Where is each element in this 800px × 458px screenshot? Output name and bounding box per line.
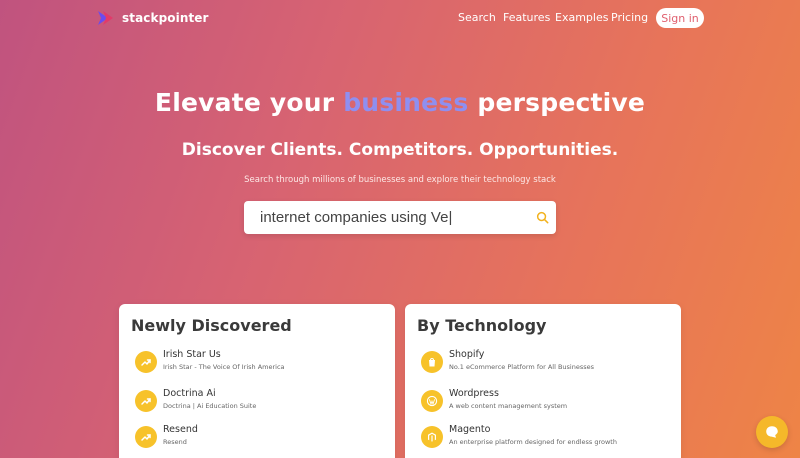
hero-title: Elevate your business perspective [0, 88, 800, 117]
item-name: Resend [163, 424, 198, 435]
nav-link-pricing[interactable]: Pricing [611, 11, 648, 24]
magento-icon [421, 426, 443, 448]
search-icon[interactable] [536, 211, 549, 224]
sign-in-button[interactable]: Sign in [656, 8, 704, 28]
chat-bubble-icon [766, 426, 778, 438]
top-nav: stackpointer Search Features Examples Pr… [0, 0, 800, 36]
search-box[interactable] [244, 201, 556, 234]
list-item[interactable]: Shopify No.1 eCommerce Platform for All … [421, 349, 671, 379]
newly-discovered-card: Newly Discovered Irish Star Us Irish Sta… [119, 304, 395, 458]
nav-link-search[interactable]: Search [458, 11, 496, 24]
item-description: Irish Star - The Voice Of Irish America [163, 363, 285, 371]
list-item[interactable]: Doctrina Ai Doctrina | Ai Education Suit… [135, 388, 385, 418]
item-name: Shopify [449, 349, 485, 360]
item-name: Doctrina Ai [163, 388, 216, 399]
item-description: A web content management system [449, 402, 568, 410]
trend-icon [135, 351, 157, 373]
wordpress-icon [421, 390, 443, 412]
list-item[interactable]: Irish Star Us Irish Star - The Voice Of … [135, 349, 385, 379]
item-description: Resend [163, 438, 187, 446]
shopify-icon [421, 351, 443, 373]
chat-widget-button[interactable] [756, 416, 788, 448]
card-title: Newly Discovered [131, 316, 292, 335]
hero-subtitle: Discover Clients. Competitors. Opportuni… [181, 140, 619, 160]
card-title: By Technology [417, 316, 547, 335]
list-item[interactable]: Wordpress A web content management syste… [421, 388, 671, 418]
trend-icon [135, 426, 157, 448]
item-name: Wordpress [449, 388, 499, 399]
item-name: Irish Star Us [163, 349, 221, 360]
hero-title-post: perspective [468, 88, 646, 117]
brand-name: stackpointer [122, 11, 209, 25]
item-name: Magento [449, 424, 491, 435]
item-description: No.1 eCommerce Platform for All Business… [449, 363, 594, 371]
search-input[interactable] [260, 201, 530, 234]
item-description: Doctrina | Ai Education Suite [163, 402, 257, 410]
brand-logo[interactable]: stackpointer [96, 8, 209, 28]
list-item[interactable]: Magento An enterprise platform designed … [421, 424, 671, 454]
item-description: An enterprise platform designed for endl… [449, 438, 617, 446]
stackpointer-logo-icon [98, 11, 113, 25]
nav-link-examples[interactable]: Examples [555, 11, 608, 24]
hero-description: Search through millions of businesses an… [244, 175, 556, 185]
trend-icon [135, 390, 157, 412]
hero-title-pre: Elevate your [154, 88, 344, 117]
hero-title-accent: business [343, 88, 469, 117]
list-item[interactable]: Resend Resend [135, 424, 385, 454]
nav-link-features[interactable]: Features [503, 11, 550, 24]
by-technology-card: By Technology Shopify No.1 eCommerce Pla… [405, 304, 681, 458]
